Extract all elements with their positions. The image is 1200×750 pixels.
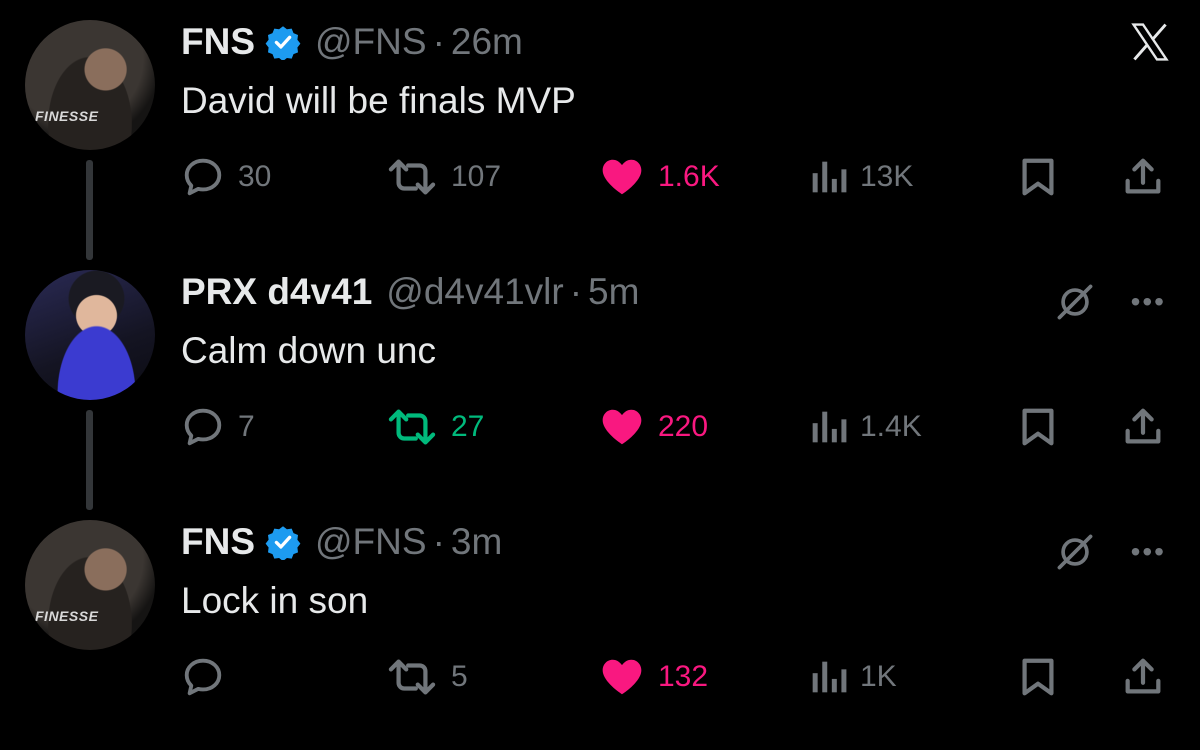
share-icon	[1125, 408, 1161, 444]
retweet-count: 107	[451, 160, 502, 193]
tweet-3[interactable]: FINESSE FNS @FNS · 3m ••• Lock in son 5 …	[0, 500, 1200, 750]
views-button[interactable]: 1.4K	[808, 402, 922, 452]
bookmark-icon	[1022, 408, 1054, 446]
views-button[interactable]: 1K	[808, 652, 897, 702]
view-count: 13K	[860, 160, 914, 193]
retweet-button[interactable]: 5	[385, 652, 468, 702]
retweet-count: 27	[451, 410, 485, 443]
bookmark-button[interactable]	[1015, 652, 1073, 702]
retweet-icon	[388, 159, 436, 195]
handle[interactable]: @FNS	[315, 521, 427, 563]
like-button[interactable]: 1.6K	[598, 152, 720, 202]
like-button[interactable]: 220	[598, 402, 708, 452]
tweet-top-actions: •••	[1053, 280, 1166, 324]
tweet-2[interactable]: PRX d4v41 @d4v41vlr · 5m ••• Calm down u…	[0, 250, 1200, 500]
share-button[interactable]	[1120, 152, 1178, 202]
action-bar: 5 132 1K	[180, 652, 1170, 702]
heart-filled-icon	[602, 159, 642, 195]
heart-filled-icon	[602, 659, 642, 695]
reply-count: 30	[238, 160, 272, 193]
tweet-header: FNS @FNS · 3m	[181, 521, 502, 563]
share-icon	[1125, 158, 1161, 194]
view-count: 1.4K	[860, 410, 922, 443]
like-count: 1.6K	[658, 160, 720, 193]
retweet-icon	[388, 409, 436, 445]
handle[interactable]: @FNS	[315, 21, 427, 63]
grok-icon[interactable]	[1053, 530, 1097, 574]
tweet-text: David will be finals MVP	[181, 80, 576, 121]
bookmark-button[interactable]	[1015, 402, 1073, 452]
separator-dot: ·	[432, 21, 445, 62]
view-count: 1K	[860, 660, 897, 693]
grok-icon[interactable]	[1053, 280, 1097, 324]
action-bar: 30 107 1.6K 13K	[180, 152, 1170, 202]
more-options-icon[interactable]: •••	[1131, 538, 1166, 566]
bookmark-button[interactable]	[1015, 152, 1073, 202]
tweet-top-actions: •••	[1053, 530, 1166, 574]
avatar[interactable]	[25, 270, 155, 400]
separator-dot: ·	[569, 271, 583, 312]
avatar[interactable]: FINESSE	[25, 20, 155, 150]
bookmark-icon	[1022, 658, 1054, 696]
share-button[interactable]	[1120, 402, 1178, 452]
bookmark-icon	[1022, 158, 1054, 196]
reply-button[interactable]	[180, 652, 238, 702]
separator-dot: ·	[432, 521, 445, 562]
heart-filled-icon	[602, 409, 642, 445]
timestamp[interactable]: 3m	[451, 521, 502, 563]
avatar[interactable]: FINESSE	[25, 520, 155, 650]
tweet-header: PRX d4v41 @d4v41vlr · 5m	[181, 271, 639, 313]
timestamp[interactable]: 5m	[588, 271, 639, 313]
views-icon	[812, 161, 847, 193]
share-button[interactable]	[1120, 652, 1178, 702]
tweet-header: FNS @FNS · 26m	[181, 21, 523, 63]
avatar-label: FINESSE	[35, 108, 99, 124]
reply-icon	[184, 158, 222, 196]
reply-button[interactable]: 7	[180, 402, 255, 452]
verified-badge-icon	[265, 26, 301, 60]
display-name[interactable]: PRX d4v41	[181, 271, 372, 313]
handle[interactable]: @d4v41vlr	[386, 271, 563, 313]
views-icon	[812, 411, 847, 443]
views-button[interactable]: 13K	[808, 152, 913, 202]
display-name[interactable]: FNS	[181, 521, 255, 563]
tweet-text: Lock in son	[181, 580, 369, 621]
timestamp[interactable]: 26m	[451, 21, 523, 63]
reply-icon	[184, 408, 222, 446]
action-bar: 7 27 220 1.4K	[180, 402, 1170, 452]
verified-badge-icon	[265, 526, 301, 560]
more-options-icon[interactable]: •••	[1131, 288, 1166, 316]
retweet-button[interactable]: 107	[385, 152, 501, 202]
reply-button[interactable]: 30	[180, 152, 271, 202]
retweet-count: 5	[451, 660, 468, 693]
display-name[interactable]: FNS	[181, 21, 255, 63]
avatar-label: FINESSE	[35, 608, 99, 624]
tweet-text: Calm down unc	[181, 330, 437, 371]
tweet-1[interactable]: FINESSE FNS @FNS · 26m David will be fin…	[0, 0, 1200, 250]
like-count: 220	[658, 410, 709, 443]
reply-icon	[184, 658, 222, 696]
reply-count: 7	[238, 410, 255, 443]
like-button[interactable]: 132	[598, 652, 708, 702]
views-icon	[812, 661, 847, 693]
share-icon	[1125, 658, 1161, 694]
like-count: 132	[658, 660, 709, 693]
retweet-button[interactable]: 27	[385, 402, 484, 452]
retweet-icon	[388, 659, 436, 695]
